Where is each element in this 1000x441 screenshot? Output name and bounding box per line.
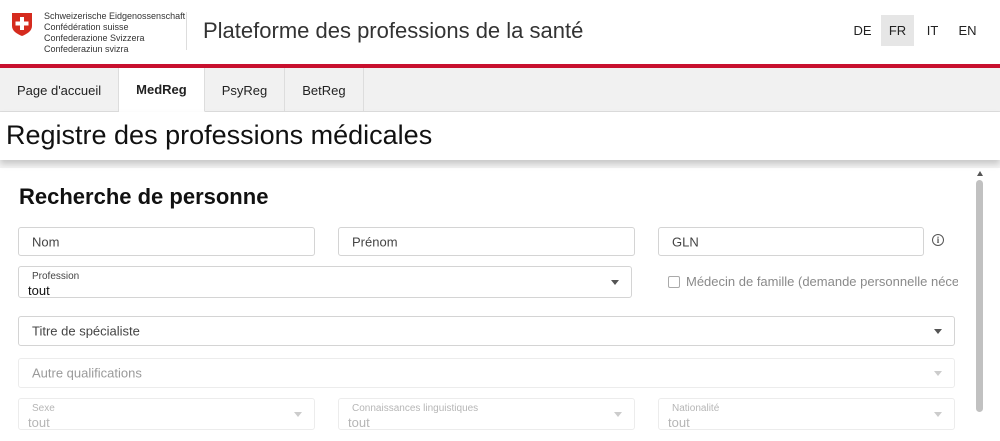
profession-label: Profession <box>32 271 80 282</box>
sexe-label: Sexe <box>32 403 55 414</box>
sexe-value: tout <box>28 415 50 430</box>
confederation-logo-text: Schweizerische Eidgenossenschaft Confédé… <box>44 11 185 55</box>
chevron-down-icon <box>934 412 942 417</box>
autre-qualifications-placeholder: Autre qualifications <box>32 365 142 381</box>
connaissances-value: tout <box>348 415 370 430</box>
prenom-placeholder: Prénom <box>352 234 398 249</box>
tab-psyreg[interactable]: PsyReg <box>205 68 286 112</box>
titre-specialiste-placeholder: Titre de spécialiste <box>32 323 140 339</box>
lang-it-button[interactable]: IT <box>916 15 949 46</box>
page-title: Registre des professions médicales <box>6 120 433 150</box>
medecin-famille-checkbox[interactable] <box>668 276 680 288</box>
nom-input[interactable]: Nom <box>18 227 315 256</box>
chevron-down-icon <box>611 280 619 285</box>
chevron-down-icon <box>614 412 622 417</box>
nationalite-select[interactable]: Nationalité tout <box>658 398 955 430</box>
tab-page-accueil[interactable]: Page d'accueil <box>0 68 120 112</box>
nationalite-label: Nationalité <box>672 403 720 414</box>
tab-betreg[interactable]: BetReg <box>285 68 364 112</box>
autre-qualifications-select[interactable]: Autre qualifications <box>18 358 955 388</box>
confederation-line: Schweizerische Eidgenossenschaft <box>44 11 186 21</box>
gln-input[interactable]: GLN <box>658 227 924 256</box>
site-header: Schweizerische Eidgenossenschaft Confédé… <box>0 0 1000 64</box>
profession-select[interactable]: Profession tout <box>18 266 632 298</box>
lang-fr-button[interactable]: FR <box>881 15 914 46</box>
chevron-down-icon <box>294 412 302 417</box>
connaissances-label: Connaissances linguistiques <box>352 403 479 414</box>
prenom-input[interactable]: Prénom <box>338 227 635 256</box>
header-divider <box>186 12 187 50</box>
medecin-famille-label: Médecin de famille (demande personnelle … <box>686 274 958 289</box>
confederation-line: Confederazione Svizzera <box>44 33 145 43</box>
sexe-select[interactable]: Sexe tout <box>18 398 315 430</box>
section-title: Recherche de personne <box>19 184 269 209</box>
nom-placeholder: Nom <box>32 234 60 249</box>
confederation-line: Confédération suisse <box>44 22 129 32</box>
scrollbar[interactable] <box>975 168 985 441</box>
nationalite-value: tout <box>668 415 690 430</box>
scrollbar-thumb[interactable] <box>976 180 983 412</box>
scroll-up-icon[interactable] <box>977 171 983 176</box>
tab-medreg[interactable]: MedReg <box>119 68 205 112</box>
main-tabs: Page d'accueil MedReg PsyReg BetReg <box>0 68 1000 112</box>
connaissances-linguistiques-select[interactable]: Connaissances linguistiques tout <box>338 398 635 430</box>
profession-value: tout <box>28 283 50 298</box>
lang-de-button[interactable]: DE <box>846 15 879 46</box>
swiss-flag-icon <box>12 13 32 36</box>
page-title-band: Registre des professions médicales <box>0 112 1000 160</box>
titre-specialiste-select[interactable]: Titre de spécialiste <box>18 316 955 346</box>
site-title: Plateforme des professions de la santé <box>203 18 584 43</box>
confederation-line: Confederaziun svizra <box>44 44 129 54</box>
chevron-down-icon <box>934 371 942 376</box>
info-icon[interactable]: i <box>932 234 944 246</box>
gln-placeholder: GLN <box>672 234 699 249</box>
lang-en-button[interactable]: EN <box>951 15 984 46</box>
chevron-down-icon <box>934 329 942 334</box>
language-switcher: DE FR IT EN <box>846 15 984 46</box>
